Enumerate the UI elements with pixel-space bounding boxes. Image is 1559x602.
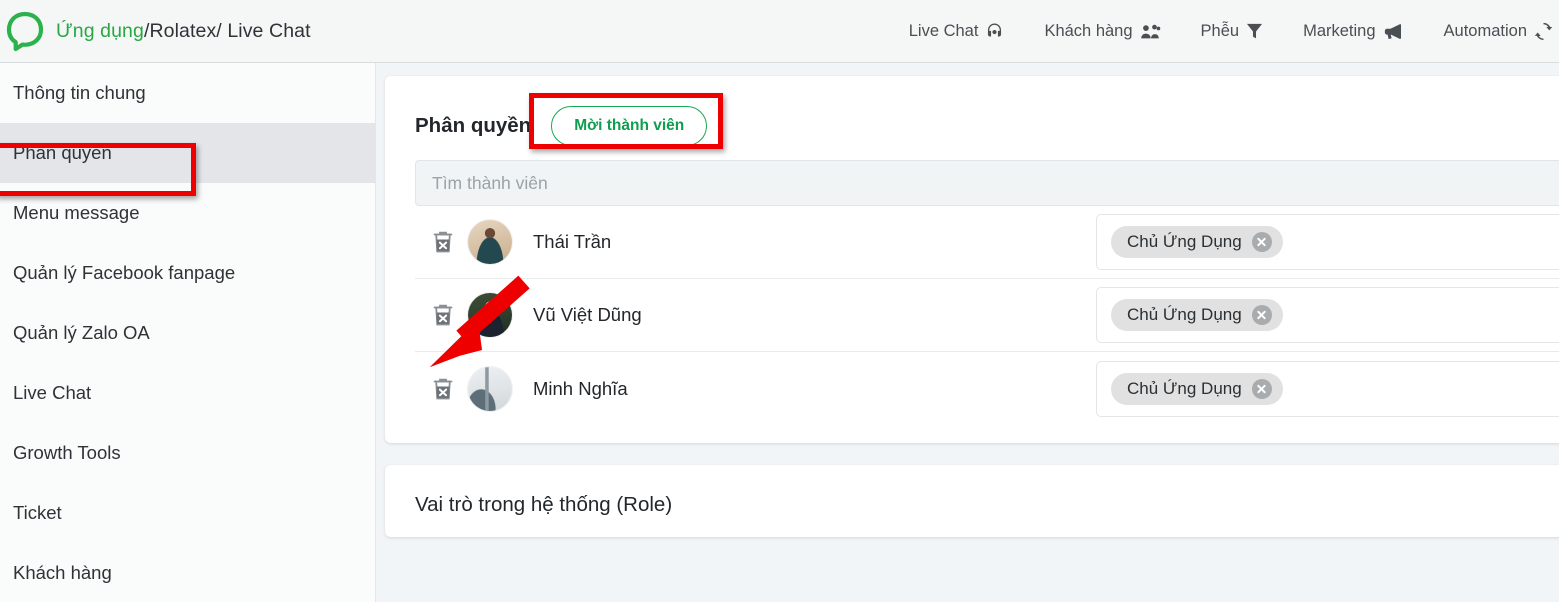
- search-input[interactable]: [432, 172, 1559, 194]
- sidebar-label: Quản lý Zalo OA: [13, 322, 150, 343]
- nav-item-marketing[interactable]: Marketing: [1303, 16, 1403, 47]
- trash-delete-icon[interactable]: [431, 229, 455, 255]
- table-row: Vũ Việt Dũng Chủ Ứng Dụng: [415, 279, 1559, 352]
- remove-tag-icon[interactable]: [1251, 305, 1272, 325]
- top-bar: Ứng dụng/Rolatex/ Live Chat Live Chat Kh…: [0, 0, 1559, 63]
- invite-member-button[interactable]: Mời thành viên: [551, 106, 708, 146]
- headset-icon: [985, 22, 1004, 41]
- avatar-figure: [468, 220, 512, 264]
- nav-item-automation[interactable]: Automation: [1444, 16, 1553, 47]
- nav-label-marketing: Marketing: [1303, 21, 1376, 40]
- sidebar-label: Menu message: [13, 202, 140, 223]
- permissions-header: Phân quyền Mời thành viên: [415, 98, 1559, 154]
- nav-label-live-chat: Live Chat: [908, 21, 979, 40]
- sidebar-label: Live Chat: [13, 382, 92, 403]
- sidebar-label: Thông tin chung: [13, 82, 146, 103]
- people-icon: [1140, 22, 1161, 41]
- role-tag-label: Chủ Ứng Dụng: [1127, 232, 1242, 251]
- member-name: Minh Nghĩa: [533, 377, 628, 399]
- remove-tag-icon[interactable]: [1251, 232, 1272, 252]
- sidebar-label: Quản lý Facebook fanpage: [13, 262, 236, 283]
- nav-item-khach-hang[interactable]: Khách hàng: [1044, 16, 1160, 47]
- role-select-box[interactable]: Chủ Ứng Dụng: [1096, 214, 1559, 270]
- nav-label-automation: Automation: [1443, 21, 1527, 40]
- sidebar-item-live-chat[interactable]: Live Chat: [0, 363, 375, 423]
- member-name: Vũ Việt Dũng: [533, 304, 642, 325]
- sidebar-item-khach-hang[interactable]: Khách hàng: [0, 543, 375, 602]
- table-row: Thái Trần Chủ Ứng Dụng: [415, 206, 1559, 279]
- member-name: Thái Trần: [533, 231, 612, 252]
- avatar-figure: [468, 293, 512, 337]
- avatar-figure: [468, 366, 512, 411]
- breadcrumb-path: /Rolatex/ Live Chat: [143, 19, 311, 42]
- funnel-icon: [1246, 22, 1263, 40]
- brand[interactable]: Ứng dụng/Rolatex/ Live Chat: [0, 8, 311, 54]
- avatar: [467, 365, 513, 412]
- sidebar-item-quan-ly-facebook-fanpage[interactable]: Quản lý Facebook fanpage: [0, 243, 375, 303]
- sidebar-label: Ticket: [13, 502, 62, 523]
- table-row: Minh Nghĩa Chủ Ứng Dụng: [415, 352, 1559, 425]
- invite-button-wrap: Mời thành viên: [551, 106, 708, 146]
- remove-tag-icon[interactable]: [1251, 378, 1272, 399]
- sidebar-item-phan-quyen[interactable]: Phân quyền: [0, 123, 375, 183]
- role-tag: Chủ Ứng Dụng: [1111, 299, 1283, 331]
- role-select-box[interactable]: Chủ Ứng Dụng: [1096, 287, 1559, 343]
- avatar: [467, 292, 513, 338]
- sidebar-item-ticket[interactable]: Ticket: [0, 483, 375, 543]
- trash-delete-icon[interactable]: [431, 376, 455, 402]
- main-content: Phân quyền Mời thành viên Tìm thành viên…: [377, 63, 1559, 602]
- sidebar-label: Phân quyền: [13, 142, 112, 163]
- sync-icon: [1534, 22, 1553, 41]
- app-root: Ứng dụng/Rolatex/ Live Chat Live Chat Kh…: [0, 0, 1559, 602]
- sidebar-item-thong-tin-chung[interactable]: Thông tin chung: [0, 63, 375, 123]
- breadcrumb: Ứng dụng/Rolatex/ Live Chat: [56, 20, 311, 43]
- nav-item-pheu[interactable]: Phễu: [1201, 16, 1264, 47]
- role-tag: Chủ Ứng Dụng: [1111, 226, 1283, 258]
- nav-item-live-chat[interactable]: Live Chat: [909, 16, 1005, 47]
- page-title: Phân quyền: [415, 114, 532, 137]
- roles-section-title: Vai trò trong hệ thống (Role): [415, 493, 673, 516]
- role-tag-label: Chủ Ứng Dụng: [1127, 305, 1242, 324]
- sidebar-item-menu-message[interactable]: Menu message: [0, 183, 375, 243]
- trash-delete-icon[interactable]: [431, 302, 455, 328]
- nav-label-pheu: Phễu: [1200, 21, 1240, 40]
- megaphone-icon: [1383, 22, 1404, 41]
- search-member-box[interactable]: [415, 160, 1559, 206]
- chat-bubble-logo-icon[interactable]: [2, 8, 48, 54]
- role-tag: Chủ Ứng Dụng: [1111, 372, 1283, 405]
- nav-label-khach-hang: Khách hàng: [1044, 21, 1133, 40]
- breadcrumb-app[interactable]: Ứng dụng: [56, 20, 144, 42]
- top-navigation: Live Chat Khách hàng Phễu Marketing Auto…: [869, 16, 1559, 47]
- sidebar-label: Khách hàng: [13, 562, 112, 583]
- sidebar: Thông tin chung Phân quyền Menu message …: [0, 63, 376, 602]
- avatar: [467, 219, 513, 265]
- role-tag-label: Chủ Ứng Dụng: [1127, 378, 1242, 398]
- sidebar-item-quan-ly-zalo-oa[interactable]: Quản lý Zalo OA: [0, 303, 375, 363]
- sidebar-label: Growth Tools: [13, 442, 121, 463]
- permissions-card: Phân quyền Mời thành viên Tìm thành viên…: [385, 76, 1559, 443]
- sidebar-item-growth-tools[interactable]: Growth Tools: [0, 423, 375, 483]
- role-select-box[interactable]: Chủ Ứng Dụng: [1096, 360, 1559, 417]
- roles-card: Vai trò trong hệ thống (Role): [385, 465, 1559, 537]
